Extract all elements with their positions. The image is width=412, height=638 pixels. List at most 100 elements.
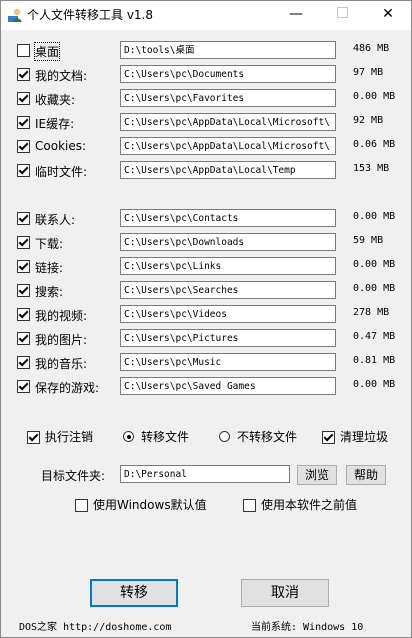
- folder-label: 搜索:: [35, 285, 64, 299]
- folder-size: 0.00 MB: [353, 283, 396, 294]
- folder-size: 0.06 MB: [353, 139, 396, 150]
- folder-size: 0.00 MB: [353, 259, 396, 270]
- folder-size: 0.47 MB: [353, 331, 396, 342]
- folder-row: 我的视频: C:\Users\pc\Videos 278 MB: [1, 305, 411, 325]
- folder-checkbox[interactable]: [17, 260, 30, 273]
- cancel-button[interactable]: 取消: [241, 579, 329, 607]
- target-folder-label: 目标文件夹:: [41, 469, 106, 483]
- folder-row: Cookies: C:\Users\pc\AppData\Local\Micros…: [1, 137, 411, 157]
- folder-checkbox[interactable]: [17, 308, 30, 321]
- user-folder-icon: [8, 8, 22, 22]
- footer-system: 当前系统: Windows 10: [251, 622, 364, 633]
- folder-checkbox[interactable]: [17, 164, 30, 177]
- logout-checkbox[interactable]: [27, 431, 40, 444]
- folder-path-input[interactable]: C:\Users\pc\Favorites: [120, 89, 336, 107]
- footer-site: DOS之家 http://doshome.com: [19, 622, 172, 633]
- folder-label: 保存的游戏:: [35, 381, 100, 395]
- folder-row: 收藏夹: C:\Users\pc\Favorites 0.00 MB: [1, 89, 411, 109]
- folder-size: 153 MB: [353, 163, 390, 174]
- folder-path-input[interactable]: C:\Users\pc\Music: [120, 353, 336, 371]
- previous-value-label: 使用本软件之前值: [261, 498, 358, 512]
- title-bar[interactable]: 个人文件转移工具 v1.8 — ✕: [1, 1, 411, 30]
- folder-checkbox[interactable]: [17, 380, 30, 393]
- folder-label: 临时文件:: [35, 165, 88, 179]
- maximize-button: [319, 1, 365, 30]
- folder-row: 我的音乐: C:\Users\pc\Music 0.81 MB: [1, 353, 411, 373]
- folder-row: 我的图片: C:\Users\pc\Pictures 0.47 MB: [1, 329, 411, 349]
- folder-size: 0.00 MB: [353, 211, 396, 222]
- folder-row: 下载: C:\Users\pc\Downloads 59 MB: [1, 233, 411, 253]
- close-button[interactable]: ✕: [365, 1, 411, 30]
- folder-label: Cookies:: [35, 139, 87, 153]
- folder-path-input[interactable]: C:\Users\pc\Saved Games: [120, 377, 336, 395]
- folder-size: 0.00 MB: [353, 379, 396, 390]
- folder-label: 我的文档:: [35, 69, 88, 83]
- minimize-button[interactable]: —: [273, 1, 319, 30]
- help-button[interactable]: 帮助: [346, 465, 386, 485]
- window-title: 个人文件转移工具 v1.8: [27, 8, 154, 22]
- folder-checkbox[interactable]: [17, 116, 30, 129]
- no-transfer-radio[interactable]: [219, 431, 230, 442]
- folder-row: IE缓存: C:\Users\pc\AppData\Local\Microsoft…: [1, 113, 411, 133]
- folder-label: 联系人:: [35, 213, 76, 227]
- folder-size: 0.00 MB: [353, 91, 396, 102]
- folder-row: 我的文档: C:\Users\pc\Documents 97 MB: [1, 65, 411, 85]
- folder-path-input[interactable]: C:\Users\pc\Links: [120, 257, 336, 275]
- folder-row: 联系人: C:\Users\pc\Contacts 0.00 MB: [1, 209, 411, 229]
- folder-size: 0.81 MB: [353, 355, 396, 366]
- folder-size: 278 MB: [353, 307, 390, 318]
- cleanup-label: 清理垃圾: [340, 430, 389, 444]
- folder-label: 下载:: [35, 237, 64, 251]
- folder-checkbox[interactable]: [17, 356, 30, 369]
- previous-value-checkbox[interactable]: [243, 499, 256, 512]
- folder-checkbox[interactable]: [17, 332, 30, 345]
- folder-size: 92 MB: [353, 115, 384, 126]
- folder-row: 桌面 D:\tools\桌面 486 MB: [1, 41, 411, 61]
- folder-row: 搜索: C:\Users\pc\Searches 0.00 MB: [1, 281, 411, 301]
- windows-default-checkbox[interactable]: [75, 499, 88, 512]
- folder-path-input[interactable]: C:\Users\pc\Contacts: [120, 209, 336, 227]
- folder-path-input[interactable]: C:\Users\pc\Searches: [120, 281, 336, 299]
- folder-checkbox[interactable]: [17, 236, 30, 249]
- maximize-icon: [336, 7, 348, 18]
- transfer-files-radio[interactable]: [123, 431, 134, 442]
- windows-default-label: 使用Windows默认值: [93, 498, 207, 512]
- folder-path-input[interactable]: D:\tools\桌面: [120, 41, 336, 59]
- no-transfer-label: 不转移文件: [237, 430, 298, 444]
- target-folder-input[interactable]: D:\Personal: [120, 465, 290, 483]
- folder-checkbox[interactable]: [17, 140, 30, 153]
- folder-path-input[interactable]: C:\Users\pc\AppData\Local\Microsoft\: [120, 113, 336, 131]
- folder-label: 桌面: [33, 42, 61, 61]
- transfer-button[interactable]: 转移: [90, 579, 178, 607]
- app-window: 个人文件转移工具 v1.8 — ✕ 桌面 D:\tools\桌面 486 MB 我的文…: [0, 0, 412, 638]
- folder-row: 链接: C:\Users\pc\Links 0.00 MB: [1, 257, 411, 277]
- folder-checkbox[interactable]: [17, 284, 30, 297]
- folder-label: 我的视频:: [35, 309, 88, 323]
- minimize-icon: —: [289, 6, 303, 22]
- folder-checkbox[interactable]: [17, 68, 30, 81]
- folder-checkbox[interactable]: [17, 92, 30, 105]
- transfer-files-label: 转移文件: [141, 430, 190, 444]
- folder-path-input[interactable]: C:\Users\pc\Videos: [120, 305, 336, 323]
- folder-size: 97 MB: [353, 67, 384, 78]
- folder-path-input[interactable]: C:\Users\pc\AppData\Local\Microsoft\: [120, 137, 336, 155]
- folder-path-input[interactable]: C:\Users\pc\Downloads: [120, 233, 336, 251]
- logout-label: 执行注销: [45, 430, 94, 444]
- cleanup-checkbox[interactable]: [322, 431, 335, 444]
- folder-path-input[interactable]: C:\Users\pc\Documents: [120, 65, 336, 83]
- folder-row: 临时文件: C:\Users\pc\AppData\Local\Temp 153 M…: [1, 161, 411, 181]
- browse-button[interactable]: 浏览: [297, 465, 337, 485]
- folder-size: 59 MB: [353, 235, 384, 246]
- folder-label: IE缓存:: [35, 117, 75, 131]
- folder-label: 我的图片:: [35, 333, 88, 347]
- folder-checkbox[interactable]: [17, 44, 30, 57]
- folder-checkbox[interactable]: [17, 212, 30, 225]
- folder-label: 链接:: [35, 261, 64, 275]
- folder-size: 486 MB: [353, 43, 390, 54]
- folder-label: 我的音乐:: [35, 357, 88, 371]
- folder-label: 收藏夹:: [35, 93, 76, 107]
- folder-path-input[interactable]: C:\Users\pc\AppData\Local\Temp: [120, 161, 336, 179]
- close-icon: ✕: [382, 6, 394, 22]
- folder-path-input[interactable]: C:\Users\pc\Pictures: [120, 329, 336, 347]
- folder-row: 保存的游戏: C:\Users\pc\Saved Games 0.00 MB: [1, 377, 411, 397]
